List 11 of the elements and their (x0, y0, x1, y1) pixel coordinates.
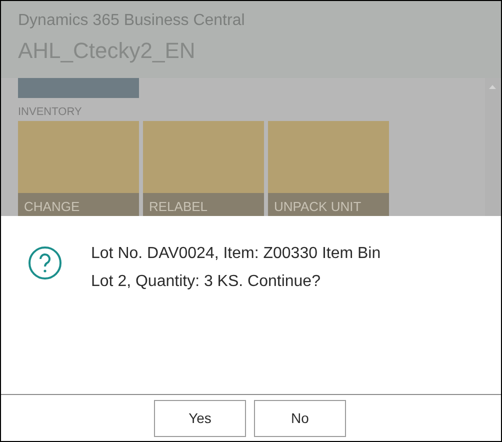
question-icon (28, 246, 62, 280)
tile-label: UNPACK UNIT (274, 199, 362, 214)
yes-button[interactable]: Yes (154, 400, 246, 437)
tile-label: CHANGE (24, 199, 80, 214)
section-title: INVENTORY (18, 105, 83, 119)
scroll-up-icon[interactable] (489, 85, 496, 89)
scrollbar[interactable] (485, 78, 500, 216)
dialog-message: Lot No. DAV0024, Item: Z00330 Item Bin Lot 2, Quantity: 3 KS. Continue? (91, 244, 382, 292)
tile-label: RELABEL (149, 199, 208, 214)
tile[interactable] (18, 78, 139, 98)
no-button[interactable]: No (254, 400, 346, 437)
